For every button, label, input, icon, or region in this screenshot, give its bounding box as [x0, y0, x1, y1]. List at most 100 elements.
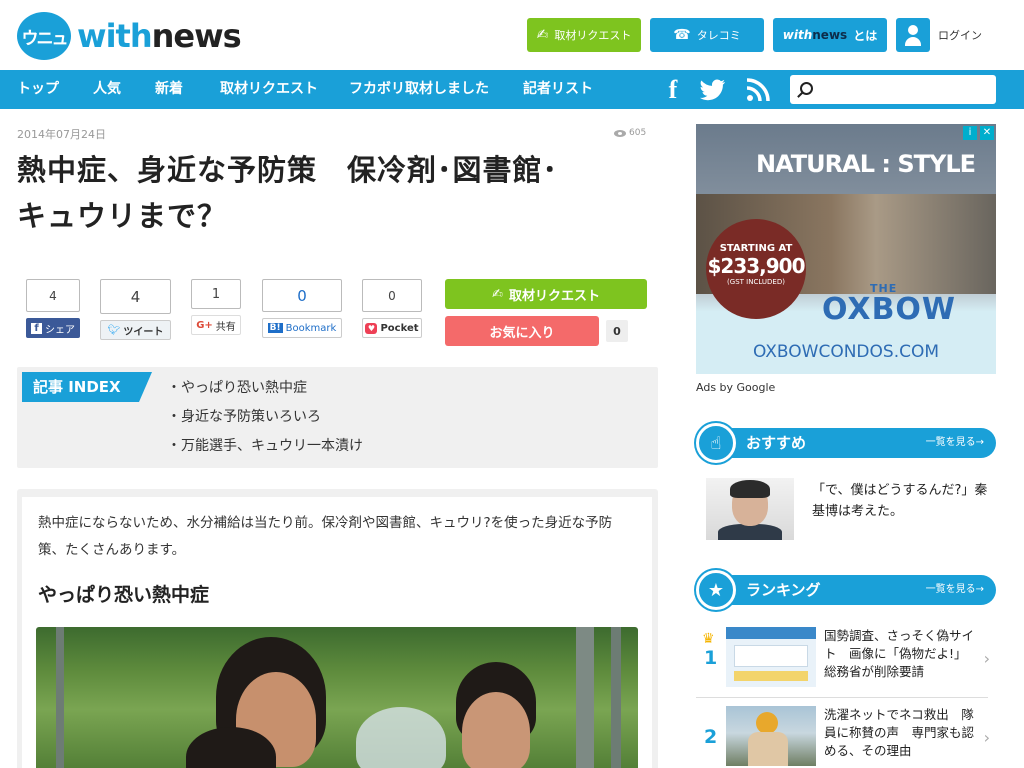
ranking-item-title: 洗濯ネットでネコ救出 隊員に称賛の声 専門家も認める、その理由	[824, 707, 975, 758]
index-label: 記事 INDEX	[22, 372, 152, 402]
ad-brand-small: THE	[870, 282, 898, 295]
ranking-number: 2	[704, 726, 718, 748]
search-icon[interactable]	[800, 82, 813, 95]
title-line-2: キュウリまで？	[17, 199, 228, 233]
login-link[interactable]: ログイン	[938, 27, 982, 43]
article-photo	[36, 627, 638, 768]
ad-brand-name: OXBOW	[822, 292, 957, 327]
title-line-1: 熱中症、身近な予防策 保冷剤･図書館･	[17, 153, 559, 187]
user-icon[interactable]	[896, 18, 930, 52]
chevron-right-icon: ›	[983, 728, 990, 747]
twitter-icon[interactable]	[698, 70, 728, 109]
hatena-label: Bookmark	[285, 322, 337, 334]
nav-item-request[interactable]: 取材リクエスト	[220, 70, 318, 109]
article-date: 2014年07月24日	[17, 128, 106, 141]
ad-title: NATURAL : STYLE	[756, 150, 976, 178]
hand-pointer-icon: ✍	[536, 27, 549, 43]
tweet-button[interactable]: 🐦︎ ツイート	[100, 320, 171, 340]
logo-mark: ウニュ	[17, 12, 71, 60]
index-item[interactable]: ・やっぱり恐い熱中症	[167, 377, 363, 406]
article-request-button[interactable]: ✍ 取材リクエスト	[445, 279, 647, 309]
about-suffix: とは	[853, 28, 878, 43]
twitter-bird-icon: 🐦︎	[107, 324, 121, 336]
ranking-item[interactable]: 2 洗濯ネットでネコ救出 隊員に称賛の声 専門家も認める、その理由 ›	[700, 706, 990, 768]
close-icon[interactable]: ✕	[980, 126, 994, 140]
nav-item-popular[interactable]: 人気	[93, 70, 121, 109]
header-about-button[interactable]: with news とは	[773, 18, 887, 52]
star-icon: ★	[696, 570, 736, 610]
advertisement[interactable]: NATURAL : STYLE STARTING AT $233,900 (GS…	[696, 124, 996, 374]
article-lead: 熱中症にならないため、水分補給は当たり前。保冷剤や図書館、キュウリ?を使った身近…	[38, 515, 613, 558]
about-news: news	[812, 28, 848, 42]
ranking-more-link[interactable]: 一覧を見る→	[926, 575, 984, 605]
search-box	[790, 75, 996, 104]
pocket-label: Pocket	[380, 322, 419, 334]
recommend-item[interactable]: 「で、僕はどうするんだ?」秦 基博は考えた。	[706, 478, 996, 540]
hatena-bookmark-button[interactable]: B! Bookmark	[262, 318, 342, 338]
recommend-item-title: 「で、僕はどうするんだ?」秦 基博は考えた。	[812, 483, 988, 519]
hand-pointer-icon: ✍	[492, 286, 503, 302]
nav-item-top[interactable]: トップ	[17, 70, 59, 109]
nav-item-new[interactable]: 新着	[155, 70, 183, 109]
index-list: ・やっぱり恐い熱中症 ・身近な予防策いろいろ ・万能選手、キュウリ一本漬け	[167, 377, 363, 464]
googleplus-share: 1 G+ 共有	[191, 279, 241, 335]
nav-item-reporters[interactable]: 記者リスト	[523, 70, 593, 109]
view-count-value: 605	[629, 128, 647, 138]
facebook-share-label: シェア	[45, 324, 75, 336]
article-title: 熱中症、身近な予防策 保冷剤･図書館･ キュウリまで？	[17, 147, 657, 239]
ranking-number: 1	[704, 647, 718, 669]
header-tarekomi-label: タレコミ	[696, 29, 741, 42]
logo-text: withnews	[77, 17, 242, 55]
rss-icon[interactable]	[744, 70, 772, 109]
pocket-icon: ♥	[365, 322, 378, 334]
ad-price: $233,900	[707, 254, 805, 278]
facebook-share: 4 f シェア	[26, 279, 80, 338]
recommend-thumbnail	[706, 478, 794, 540]
ranking-divider	[696, 697, 988, 698]
hatena-count: 0	[262, 279, 342, 312]
index-item[interactable]: ・身近な予防策いろいろ	[167, 406, 363, 435]
view-count: 605	[614, 128, 646, 138]
header-tarekomi-button[interactable]: ☎ タレコミ	[650, 18, 764, 52]
header-request-label: 取材リクエスト	[554, 29, 632, 42]
section-heading: やっぱり恐い熱中症	[38, 584, 210, 606]
ranking-thumbnail	[726, 706, 816, 766]
ranking-thumbnail	[726, 627, 816, 687]
twitter-share: 4 🐦︎ ツイート	[100, 279, 171, 340]
ads-by-google[interactable]: Ads by Google	[696, 381, 775, 394]
nav-item-fukabori[interactable]: フカボリ取材しました	[349, 70, 489, 109]
facebook-share-button[interactable]: f シェア	[26, 318, 80, 338]
pointing-hand-icon: ☝	[696, 423, 736, 463]
index-item[interactable]: ・万能選手、キュウリ一本漬け	[167, 435, 363, 464]
speech-person-icon: ☎	[673, 27, 691, 43]
hatena-icon: B!	[267, 323, 283, 333]
ranking-label: ランキング	[746, 581, 821, 599]
header-request-button[interactable]: ✍ 取材リクエスト	[527, 18, 641, 52]
facebook-icon[interactable]: f	[660, 70, 686, 109]
crown-icon: ♛	[702, 631, 715, 647]
favorite-count: 0	[606, 320, 628, 342]
info-icon[interactable]: i	[963, 126, 977, 140]
pocket-count: 0	[362, 279, 422, 312]
recommend-header: ☝ おすすめ 一覧を見る→	[696, 423, 996, 463]
hatena-share: 0 B! Bookmark	[262, 279, 342, 338]
favorite-button[interactable]: お気に入り	[445, 316, 599, 346]
facebook-count: 4	[26, 279, 80, 312]
search-input[interactable]	[820, 75, 990, 104]
pocket-share: 0 ♥ Pocket	[362, 279, 422, 338]
tweet-label: ツイート	[123, 326, 164, 338]
pocket-button[interactable]: ♥ Pocket	[362, 318, 422, 338]
ad-choices[interactable]: i ✕	[963, 126, 994, 140]
site-logo[interactable]: ウニュ withnews	[17, 12, 242, 60]
googleplus-count: 1	[191, 279, 241, 309]
eye-icon	[614, 129, 626, 137]
ad-starting-at: STARTING AT	[719, 243, 793, 254]
ad-url: OXBOWCONDOS.COM	[752, 342, 940, 362]
ranking-item[interactable]: ♛ 1 国勢調査、さっそく偽サイト 画像に「偽物だよ!」総務省が削除要請 ›	[700, 627, 990, 693]
recommend-label: おすすめ	[746, 434, 807, 452]
ranking-item-title: 国勢調査、さっそく偽サイト 画像に「偽物だよ!」総務省が削除要請	[824, 628, 975, 679]
googleplus-share-button[interactable]: G+ 共有	[191, 315, 241, 335]
twitter-count: 4	[100, 279, 171, 314]
recommend-more-link[interactable]: 一覧を見る→	[926, 428, 984, 458]
ad-price-badge: STARTING AT $233,900 (GST INCLUDED)	[706, 219, 806, 319]
